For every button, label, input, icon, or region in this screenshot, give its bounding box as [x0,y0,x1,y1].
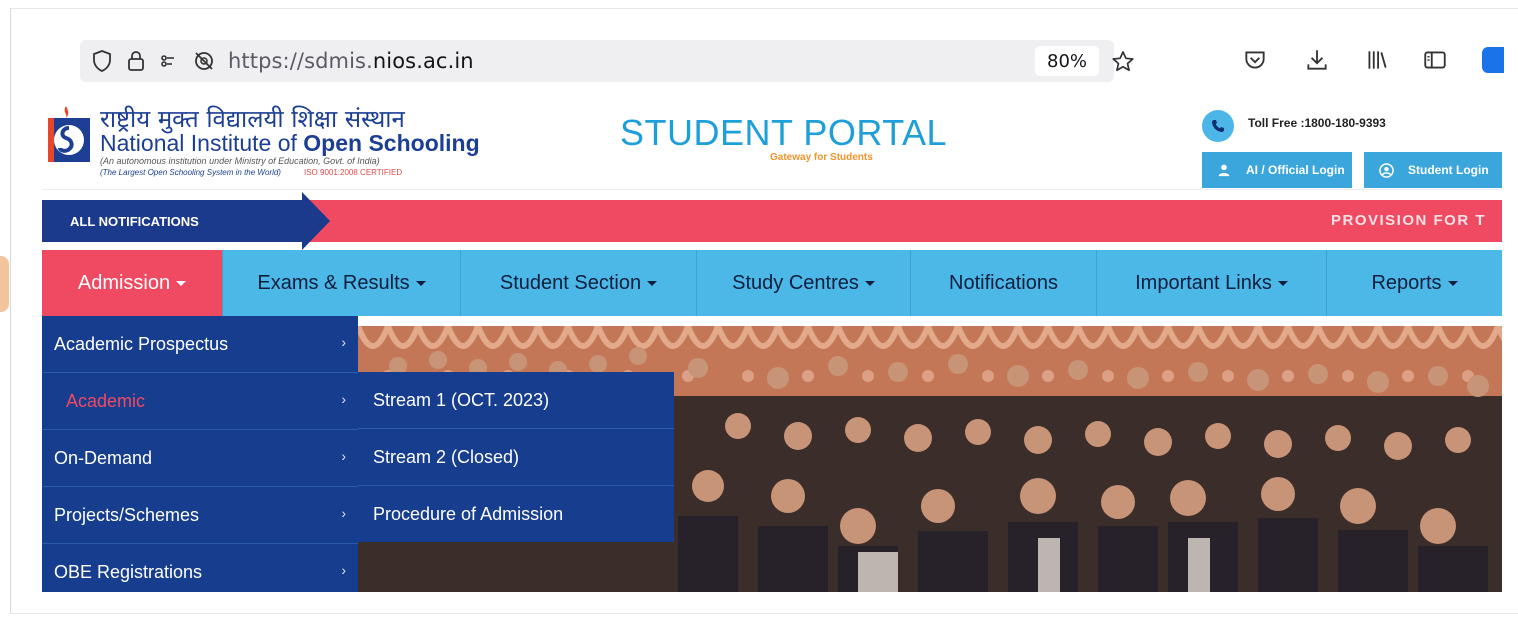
caret-down-icon [864,280,875,286]
submenu-stream-1[interactable]: Stream 1 (OCT. 2023) [358,372,674,429]
nav-label: Student Section [499,271,642,294]
brand-subtitle: (An autonomous institution under Ministr… [100,156,380,166]
nav-label: Study Centres [732,271,859,294]
nios-logo[interactable] [44,104,94,166]
menu-label: Academic [66,390,146,411]
side-decoration [0,256,9,312]
academic-submenu: Stream 1 (OCT. 2023) Stream 2 (Closed) P… [358,372,674,542]
menu-academic-prospectus[interactable]: Academic Prospectus › [42,316,358,373]
menu-label: On-Demand [54,447,153,468]
submenu-stream-2[interactable]: Stream 2 (Closed) [358,429,674,486]
brand-english-name: National Institute of Open Schooling [100,130,480,157]
student-login-label: Student Login [1408,163,1489,177]
sidebar-toggle-icon[interactable] [1422,47,1448,73]
pocket-icon[interactable] [1242,47,1268,73]
nav-label: Admission [77,271,171,294]
phone-icon [1202,110,1234,142]
url-domain: nios.ac.in [372,49,474,73]
nav-label: Exams & Results [257,271,410,294]
portal-subtitle: Gateway for Students [770,152,873,163]
notification-ticker[interactable]: PROVISION FOR T [1331,212,1486,229]
iso-certification: ISO 9001:2008 CERTIFIED [304,168,403,177]
chevron-right-icon: › [341,448,346,464]
chevron-right-icon: › [341,562,346,578]
nav-reports[interactable]: Reports [1327,250,1502,316]
url-prefix: https://sdmis. [228,49,373,73]
brand-name-regular: National Institute of [100,130,304,156]
toll-free-number: Toll Free :1800-180-9393 [1248,116,1386,130]
admission-dropdown: Academic Prospectus › Academic › On-Demand… [42,316,358,592]
notifications-bar: ALL NOTIFICATIONS PROVISION FOR T [42,192,1502,250]
menu-label: Academic Prospectus [54,333,229,354]
menu-projects-schemes[interactable]: Projects/Schemes › [42,487,358,544]
chevron-right-icon: › [341,334,346,350]
shield-icon[interactable] [90,49,114,73]
bookmark-star-icon[interactable] [1110,49,1136,75]
student-login-button[interactable]: Student Login [1364,152,1502,188]
user-circle-icon [1378,162,1394,178]
user-icon [1216,162,1232,178]
menu-label: Projects/Schemes [54,504,200,525]
menu-on-demand[interactable]: On-Demand › [42,430,358,487]
main-nav: Admission Exams & Results Student Sectio… [42,250,1502,316]
browser-toolbar: https://sdmis.nios.ac.in 80% [42,36,1518,86]
notifications-arrow [302,192,330,250]
portal-title: STUDENT PORTAL [620,112,948,153]
nav-study-centres[interactable]: Study Centres [697,250,911,316]
menu-label: OBE Registrations [54,562,203,582]
nav-notifications[interactable]: Notifications [911,250,1097,316]
all-notifications-link[interactable]: ALL NOTIFICATIONS [42,200,302,242]
address-bar[interactable]: https://sdmis.nios.ac.in 80% [80,40,1134,82]
tracking-blocked-icon[interactable] [192,49,216,73]
caret-down-icon [176,280,187,286]
chevron-right-icon: › [341,505,346,521]
nav-admission[interactable]: Admission [42,250,223,316]
permissions-icon[interactable] [158,49,182,73]
site-header: राष्ट्रीय मुक्त विद्यालयी शिक्षा संस्थान… [42,92,1502,190]
caret-down-icon [415,280,426,286]
caret-down-icon [1447,280,1458,286]
nav-student-section[interactable]: Student Section [461,250,697,316]
menu-obe-registrations[interactable]: OBE Registrations › [42,544,358,601]
extension-icon[interactable] [1482,47,1504,73]
brand-name-bold: Open Schooling [303,130,480,156]
lock-icon[interactable] [124,49,148,73]
official-login-label: AI / Official Login [1246,163,1345,177]
nav-label: Important Links [1135,271,1272,294]
caret-down-icon [1277,280,1288,286]
download-icon[interactable] [1304,47,1330,73]
chevron-right-icon: › [341,391,346,407]
nav-exams-results[interactable]: Exams & Results [223,250,461,316]
official-login-button[interactable]: AI / Official Login [1202,152,1352,188]
library-icon[interactable] [1364,47,1390,73]
url-text[interactable]: https://sdmis.nios.ac.in [228,49,474,73]
nav-important-links[interactable]: Important Links [1097,250,1327,316]
zoom-level-button[interactable]: 80% [1035,46,1100,76]
nav-label: Reports [1371,271,1442,294]
nav-label: Notifications [949,271,1058,294]
brand-tagline: (The Largest Open Schooling System in th… [100,168,281,177]
caret-down-icon [647,280,658,286]
menu-academic[interactable]: Academic › [42,373,358,430]
submenu-procedure-of-admission[interactable]: Procedure of Admission [358,486,674,543]
